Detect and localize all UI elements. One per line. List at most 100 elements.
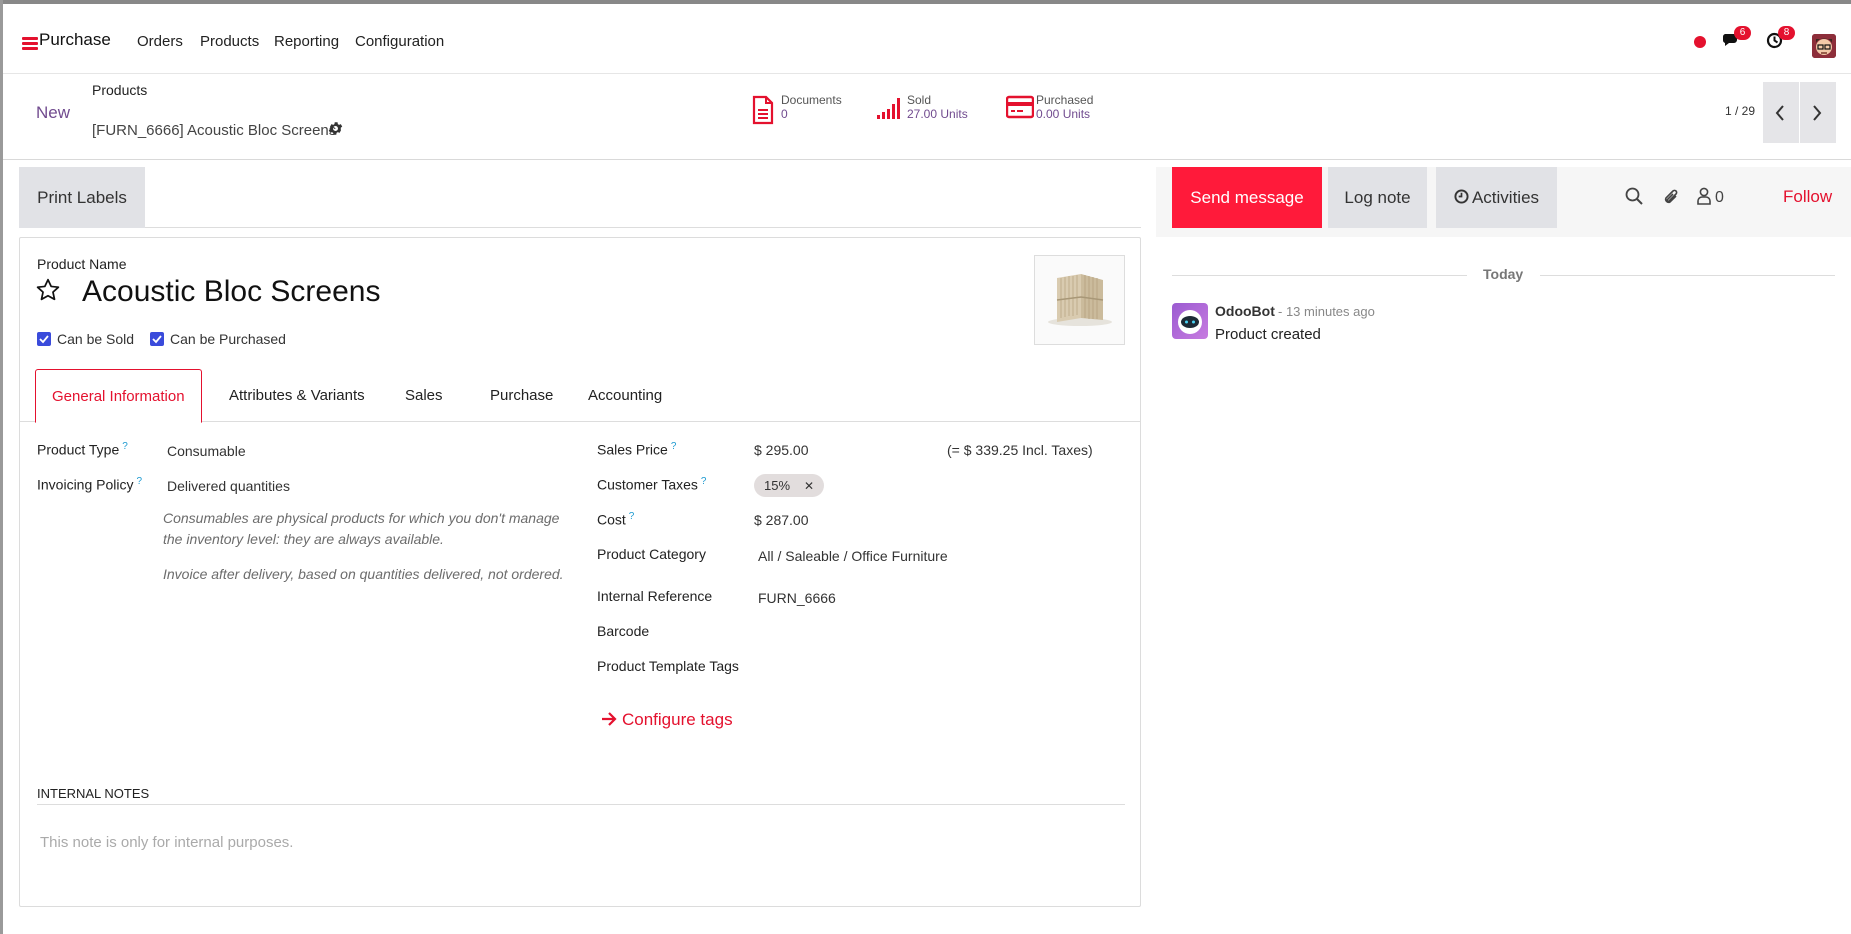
help-tooltip-icon[interactable]: ? [629, 511, 635, 522]
signal-bars-icon [877, 98, 900, 119]
breadcrumb-products[interactable]: Products [92, 82, 147, 98]
notebook-tabs: General Information Attributes & Variant… [20, 369, 1140, 423]
user-avatar[interactable] [1812, 34, 1836, 58]
help-tooltip-icon[interactable]: ? [671, 441, 677, 452]
apps-menu-icon[interactable] [22, 37, 38, 51]
sales-price-label: Sales Price? [597, 441, 677, 458]
help-tooltip-icon[interactable]: ? [701, 476, 707, 487]
stat-sold-label: Sold [907, 93, 932, 107]
product-type-field[interactable]: Consumable [167, 443, 246, 459]
template-tags-field[interactable] [758, 658, 1118, 678]
app-name[interactable]: Purchase [39, 30, 111, 50]
search-icon[interactable] [1625, 187, 1643, 208]
chatter-topbar: Send message Log note Activities 0 [1156, 167, 1851, 237]
invoicing-policy-field[interactable]: Delivered quantities [167, 478, 290, 494]
cost-field[interactable]: $ 287.00 [754, 512, 809, 528]
product-category-field[interactable]: All / Saleable / Office Furniture [758, 548, 948, 564]
stat-documents-button[interactable]: Documents 0 [751, 93, 851, 127]
send-message-button[interactable]: Send message [1172, 167, 1322, 228]
can-be-purchased-label: Can be Purchased [170, 331, 286, 347]
stat-purchased-value: 0.00 Units [1036, 107, 1091, 121]
checkbox-checked-icon [37, 332, 51, 346]
breadcrumb-current-record: [FURN_6666] Acoustic Bloc Screens [92, 122, 337, 139]
pager-previous-button[interactable] [1763, 82, 1799, 143]
stat-purchased-label: Purchased [1036, 93, 1094, 107]
help-tooltip-icon[interactable]: ? [137, 476, 143, 487]
activities-label: Activities [1471, 188, 1540, 207]
customer-taxes-label: Customer Taxes? [597, 476, 707, 493]
gear-icon[interactable] [327, 120, 347, 140]
date-separator-today: Today [1483, 266, 1524, 282]
pager-value[interactable]: 1 / 29 [1725, 104, 1755, 118]
price-incl-taxes: (= $ 339.25 Incl. Taxes) [947, 442, 1093, 458]
follow-button[interactable]: Follow [1783, 187, 1832, 207]
tab-general-information[interactable]: General Information [35, 369, 202, 423]
tax-tag[interactable]: 15% ✕ [754, 474, 825, 497]
form-sheet: Product Name Acoustic Bloc Screens Can b… [19, 237, 1141, 907]
activities-clock-icon[interactable]: 8 [1766, 26, 1795, 52]
menu-products[interactable]: Products [200, 33, 259, 50]
document-icon [752, 95, 774, 125]
stat-documents-label: Documents [781, 93, 842, 107]
control-panel: New Products [FURN_6666] Acoustic Bloc S… [3, 75, 1851, 160]
menu-configuration[interactable]: Configuration [355, 33, 444, 50]
internal-notes-field[interactable]: This note is only for internal purposes. [40, 834, 293, 851]
chevron-right-icon [1813, 105, 1822, 121]
form-action-bar: Print Labels [19, 167, 1141, 228]
followers-button[interactable]: 0 [1696, 187, 1724, 207]
print-labels-button[interactable]: Print Labels [19, 167, 145, 228]
stat-sold-button[interactable]: Sold 27.00 Units [877, 93, 977, 127]
divider [1172, 275, 1467, 276]
product-category-label: Product Category [597, 546, 706, 562]
tax-tag-label: 15% [764, 478, 791, 493]
stat-sold-value: 27.00 Units [907, 107, 968, 121]
tab-accounting[interactable]: Accounting [572, 369, 678, 422]
menu-orders[interactable]: Orders [137, 33, 183, 50]
invoicing-policy-label: Invoicing Policy? [37, 476, 143, 493]
messages-icon[interactable]: 6 [1722, 26, 1751, 51]
chevron-left-icon [1775, 105, 1784, 121]
can-be-purchased-checkbox[interactable]: Can be Purchased [150, 331, 286, 347]
internal-reference-label: Internal Reference [597, 588, 713, 604]
activities-badge: 8 [1778, 26, 1795, 40]
messages-badge: 6 [1734, 26, 1751, 40]
sales-price-field[interactable]: $ 295.00 [754, 442, 809, 458]
configure-tags-link[interactable]: Configure tags [601, 710, 733, 730]
star-icon[interactable] [35, 277, 61, 303]
activities-button[interactable]: Activities [1436, 167, 1557, 228]
product-name-field[interactable]: Acoustic Bloc Screens [82, 275, 380, 309]
clock-icon [1454, 189, 1469, 204]
top-navbar: Purchase Orders Products Reporting Confi… [3, 4, 1851, 74]
close-icon[interactable]: ✕ [804, 479, 814, 493]
divider [1540, 275, 1835, 276]
message-time: - 13 minutes ago [1278, 304, 1375, 319]
log-note-button[interactable]: Log note [1328, 167, 1427, 228]
stat-purchased-button[interactable]: Purchased 0.00 Units [1006, 93, 1116, 127]
tab-purchase[interactable]: Purchase [474, 369, 569, 422]
divider [37, 804, 1125, 805]
help-tooltip-icon[interactable]: ? [122, 441, 128, 452]
invoice-help-text: Invoice after delivery, based on quantit… [163, 566, 564, 582]
stat-documents-value: 0 [781, 107, 788, 121]
pager-next-button[interactable] [1800, 82, 1836, 143]
product-image[interactable] [1034, 255, 1125, 345]
new-button[interactable]: New [36, 103, 70, 123]
status-dot-icon[interactable] [1694, 36, 1706, 48]
menu-reporting[interactable]: Reporting [274, 33, 339, 50]
followers-count: 0 [1715, 189, 1724, 206]
barcode-field[interactable] [758, 623, 1118, 643]
product-name-label: Product Name [37, 256, 127, 272]
configure-tags-label: Configure tags [622, 710, 733, 729]
tab-attributes-variants[interactable]: Attributes & Variants [213, 369, 381, 422]
odoobot-avatar[interactable] [1172, 303, 1208, 339]
tab-sales[interactable]: Sales [389, 369, 459, 422]
paperclip-icon[interactable] [1661, 187, 1681, 210]
checkbox-checked-icon [150, 332, 164, 346]
internal-reference-field[interactable]: FURN_6666 [758, 590, 836, 606]
can-be-sold-checkbox[interactable]: Can be Sold [37, 331, 134, 347]
cost-label: Cost? [597, 511, 635, 528]
arrow-right-icon [602, 712, 617, 726]
user-icon [1697, 187, 1711, 205]
message-author[interactable]: OdooBot [1215, 303, 1275, 319]
message-body: Product created [1215, 326, 1321, 343]
